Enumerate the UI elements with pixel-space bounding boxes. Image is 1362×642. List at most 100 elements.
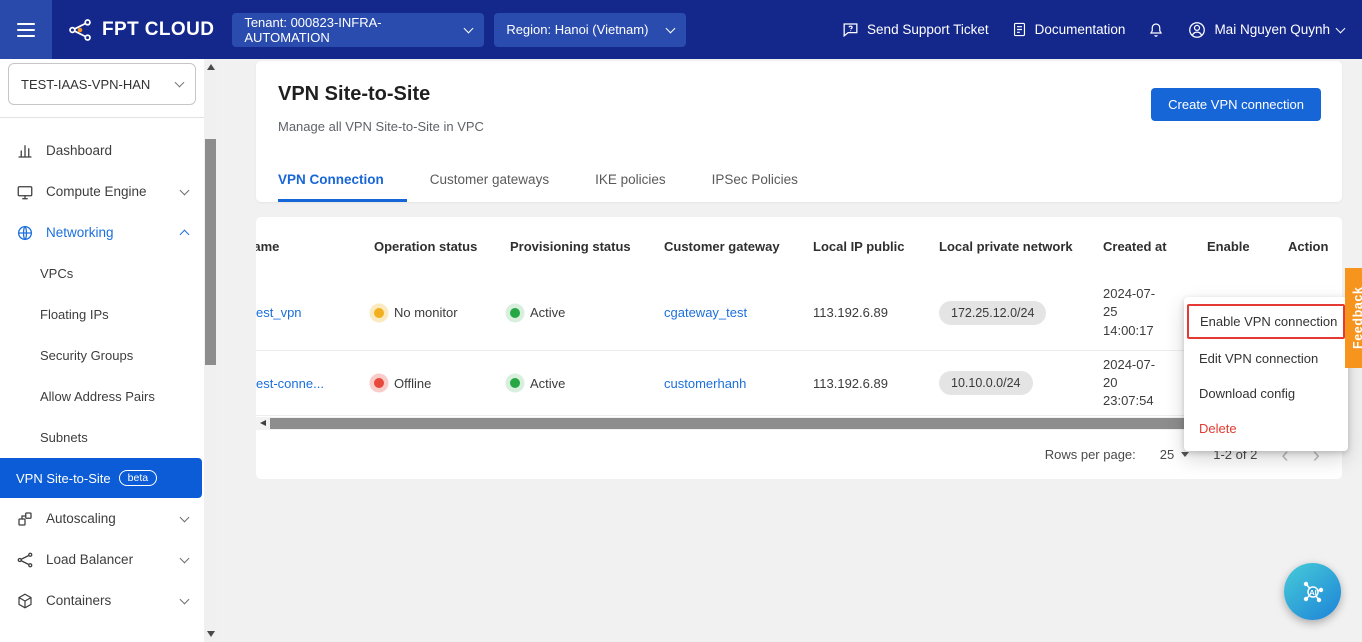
col-local-private-network: Local private network [939,239,1103,254]
sidebar-subitem-label: VPN Site-to-Site [16,471,111,486]
vpn-name-link[interactable]: est_vpn [256,305,302,320]
notifications-button[interactable] [1147,21,1165,39]
feedback-tab[interactable]: Feedback [1345,268,1362,368]
sidebar-item-dashboard[interactable]: Dashboard [0,130,204,171]
documentation-icon [1011,21,1028,38]
row-action-context-menu: Enable VPN connection Edit VPN connectio… [1184,297,1348,451]
sidebar-item-load-balancer[interactable]: Load Balancer [0,539,204,580]
provisioning-status: Active [510,305,654,320]
menu-item-download-config[interactable]: Download config [1184,376,1348,411]
sidebar-subitem-subnets[interactable]: Subnets [0,417,204,458]
documentation-link[interactable]: Documentation [1011,21,1126,38]
sidebar-subitem-allow-address-pairs[interactable]: Allow Address Pairs [0,376,204,417]
col-operation-status: Operation status [374,239,510,254]
sidebar-item-label: Autoscaling [46,511,116,526]
operation-status: No monitor [374,305,500,320]
region-label: Region: Hanoi (Vietnam) [506,22,648,37]
fpt-cloud-logo-icon [67,17,93,43]
chevron-down-icon [180,553,190,563]
support-chat-icon [841,20,860,39]
horizontal-scrollbar-thumb[interactable] [270,418,1185,429]
user-menu[interactable]: Mai Nguyen Quynh [1187,20,1344,40]
logo-text: FPT CLOUD [102,19,214,41]
table-row: est_vpn No monitor Active cgateway_test … [256,275,1342,351]
status-dot-green-icon [510,378,520,388]
menu-item-delete[interactable]: Delete [1184,411,1348,446]
tab-ike-policies[interactable]: IKE policies [572,172,689,202]
menu-item-edit-vpn-connection[interactable]: Edit VPN connection [1184,341,1348,376]
sidebar-menu: Dashboard Compute Engine Networking VPCs… [0,130,204,621]
customer-gateway-link[interactable]: cgateway_test [664,305,747,320]
beta-badge: beta [119,470,157,487]
chevron-down-icon [1181,452,1189,457]
tab-bar: VPN Connection Customer gateways IKE pol… [278,172,821,202]
tenant-selector[interactable]: Tenant: 000823-INFRA-AUTOMATION [232,13,484,47]
vpn-table-card: Name Operation status Provisioning statu… [256,217,1342,479]
page-header-card: VPN Site-to-Site Manage all VPN Site-to-… [256,61,1342,202]
col-name: Name [256,239,374,254]
status-dot-green-icon [510,308,520,318]
topbar: FPT CLOUD Tenant: 000823-INFRA-AUTOMATIO… [0,0,1362,59]
chevron-down-icon [464,23,474,33]
user-name: Mai Nguyen Quynh [1214,22,1330,37]
sidebar-subitem-security-groups[interactable]: Security Groups [0,335,204,376]
networking-globe-icon [16,224,34,242]
table-header-row: Name Operation status Provisioning statu… [256,217,1342,275]
autoscaling-icon [16,510,34,528]
menu-item-enable-vpn-connection[interactable]: Enable VPN connection [1187,304,1345,339]
send-support-ticket-link[interactable]: Send Support Ticket [841,20,989,39]
sidebar-subitem-label: Subnets [40,430,88,445]
sidebar-subitem-label: Floating IPs [40,307,109,322]
user-avatar-icon [1187,20,1207,40]
ai-assistant-icon: AI [1298,577,1328,607]
col-provisioning-status: Provisioning status [510,239,664,254]
sidebar-subitem-label: Allow Address Pairs [40,389,155,404]
sidebar-subitem-floating-ips[interactable]: Floating IPs [0,294,204,335]
sidebar-subitem-label: VPCs [40,266,73,281]
sidebar-item-compute-engine[interactable]: Compute Engine [0,171,204,212]
sidebar-item-containers[interactable]: Containers [0,580,204,621]
sidebar-divider [0,117,204,118]
chevron-down-icon [180,185,190,195]
sidebar-scrollbar-thumb[interactable] [205,139,216,365]
tab-vpn-connection[interactable]: VPN Connection [278,172,407,202]
tab-ipsec-policies[interactable]: IPSec Policies [689,172,821,202]
project-selector-value: TEST-IAAS-VPN-HAN [21,77,150,92]
rows-per-page-label: Rows per page: [1045,447,1136,462]
chevron-down-icon [180,512,190,522]
page-title: VPN Site-to-Site [278,83,430,106]
sidebar-scrollbar[interactable] [204,59,217,642]
compute-engine-icon [16,183,34,201]
fpt-cloud-logo[interactable]: FPT CLOUD [67,17,214,43]
local-ip-public: 113.192.6.89 [813,305,939,320]
containers-icon [16,592,34,610]
sidebar-subitem-vpcs[interactable]: VPCs [0,253,204,294]
sidebar-item-label: Compute Engine [46,184,147,199]
sidebar-item-networking[interactable]: Networking [0,212,204,253]
tab-customer-gateways[interactable]: Customer gateways [407,172,572,202]
ai-assistant-button[interactable]: AI [1284,563,1341,620]
table-row: est-conne... Offline Active customerhanh… [256,351,1342,416]
create-vpn-connection-button[interactable]: Create VPN connection [1151,88,1321,121]
sidebar-item-label: Load Balancer [46,552,133,567]
col-customer-gateway: Customer gateway [664,239,813,254]
page-subtitle: Manage all VPN Site-to-Site in VPC [278,119,484,134]
chevron-down-icon [180,594,190,604]
scroll-up-arrow[interactable] [207,64,215,70]
sidebar-subitem-vpn-site-to-site[interactable]: VPN Site-to-Site beta [0,458,202,498]
scroll-down-arrow[interactable] [207,631,215,637]
scroll-left-arrow[interactable] [260,420,266,426]
region-selector[interactable]: Region: Hanoi (Vietnam) [494,13,686,47]
col-enable: Enable [1207,239,1288,254]
chevron-down-icon [175,78,185,88]
project-selector[interactable]: TEST-IAAS-VPN-HAN [8,63,196,105]
sidebar-item-autoscaling[interactable]: Autoscaling [0,498,204,539]
customer-gateway-link[interactable]: customerhanh [664,376,746,391]
vpn-name-link[interactable]: est-conne... [256,376,324,391]
horizontal-scrollbar[interactable] [256,417,1342,430]
col-local-ip-public: Local IP public [813,239,939,254]
hamburger-menu-button[interactable] [0,0,52,59]
sidebar-item-label: Containers [46,593,111,608]
table-footer: Rows per page: 25 1-2 of 2 ‹ › [256,430,1342,479]
sidebar: TEST-IAAS-VPN-HAN Dashboard Compute Engi… [0,59,204,642]
